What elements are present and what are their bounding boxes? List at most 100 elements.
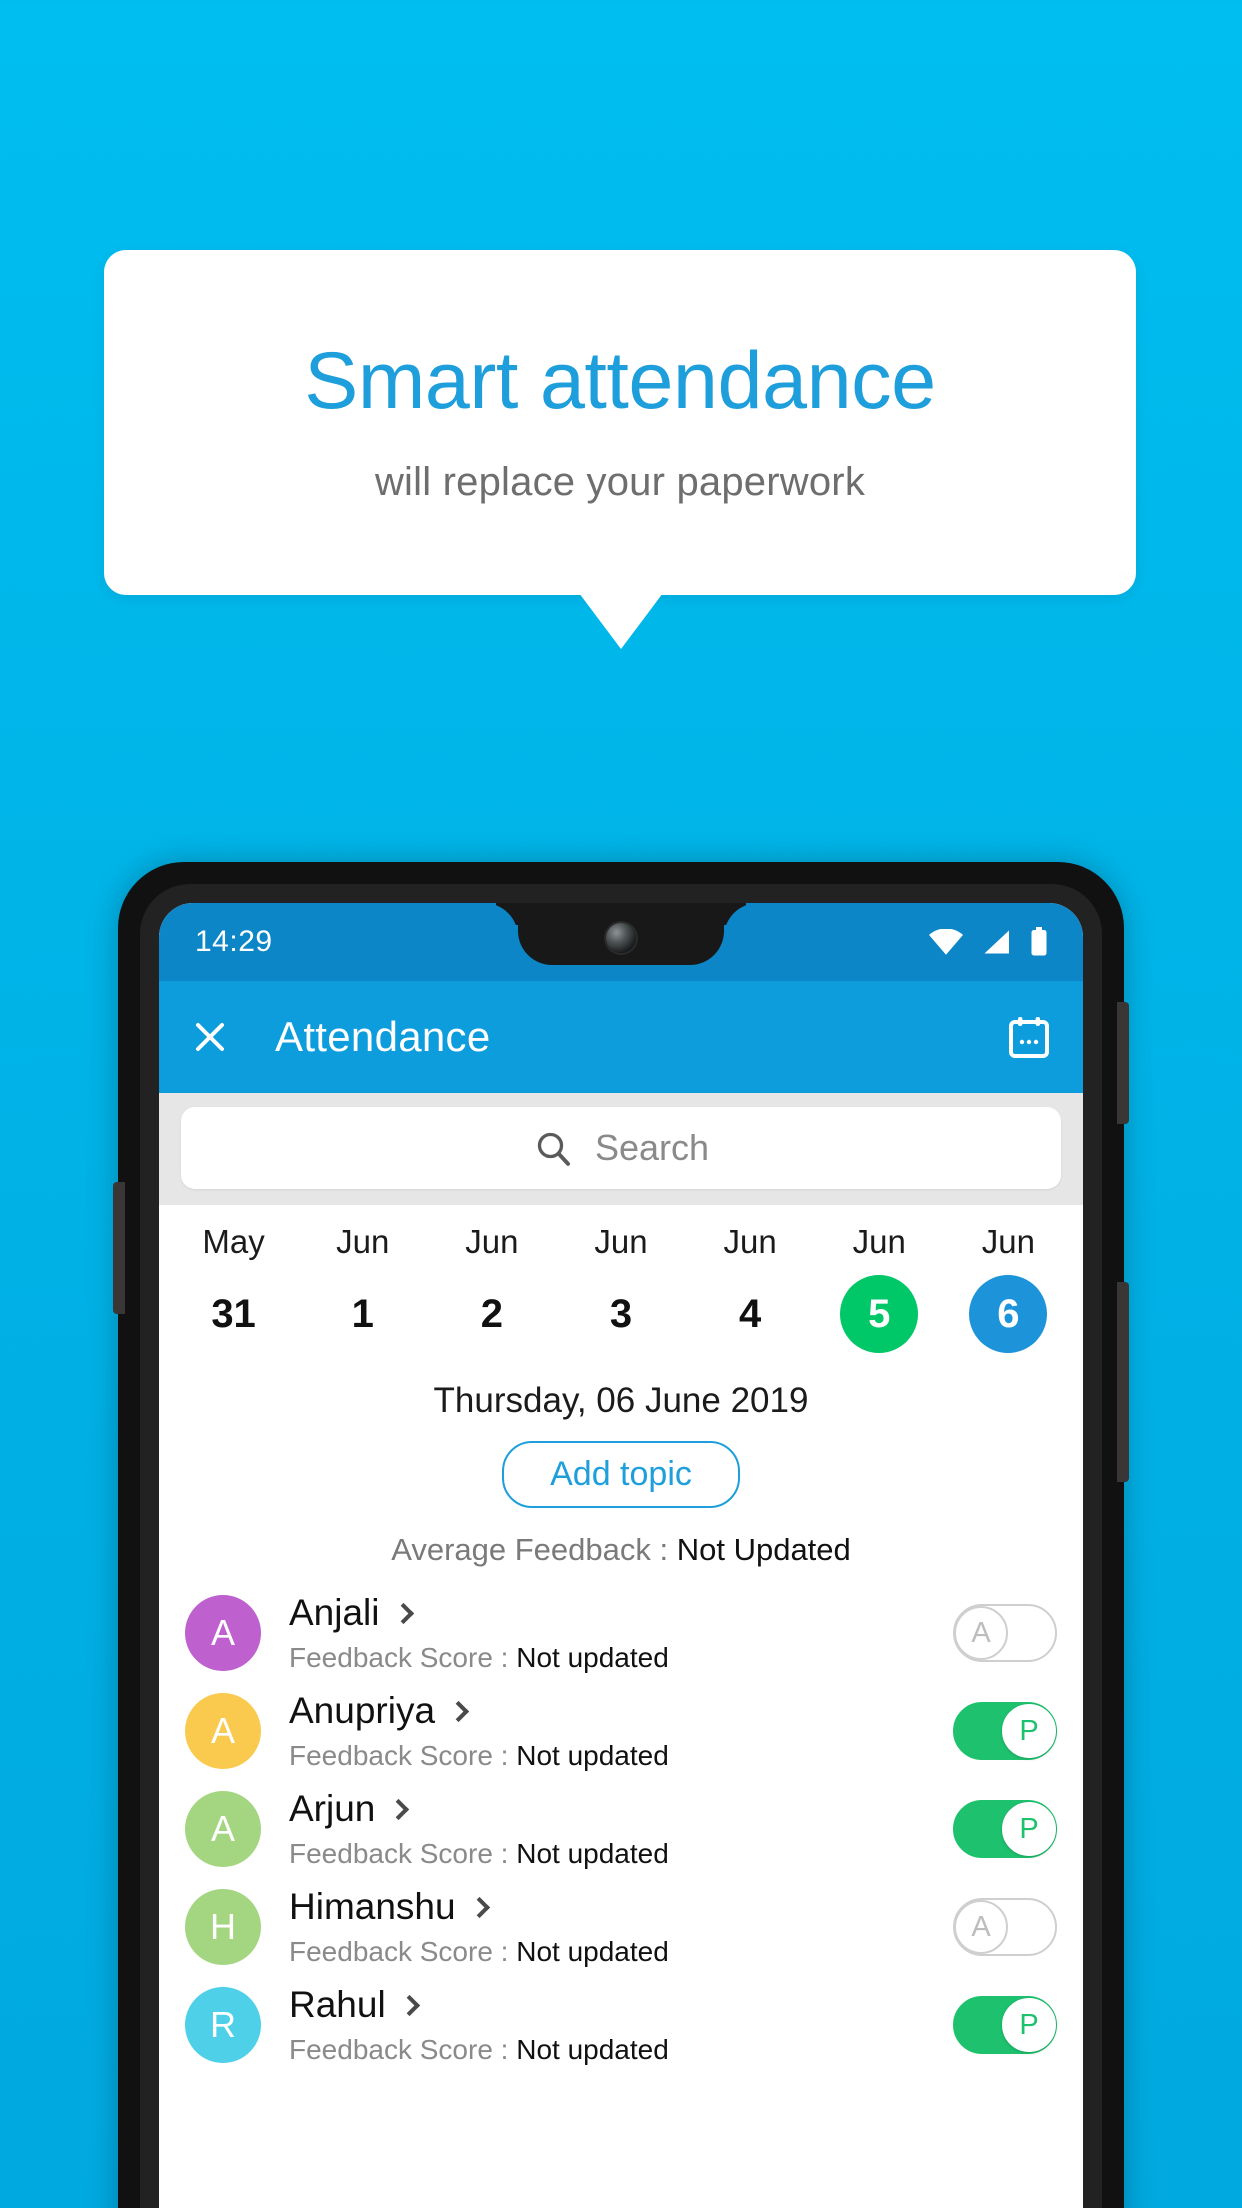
student-name: Himanshu <box>289 1886 456 1927</box>
feedback-score: Feedback Score : Not updated <box>289 1740 953 1772</box>
feedback-score: Feedback Score : Not updated <box>289 1936 953 1968</box>
feedback-score: Feedback Score : Not updated <box>289 1642 953 1674</box>
student-info: Rahul Feedback Score : Not updated <box>289 1984 953 2066</box>
date-day-number[interactable]: 6 <box>969 1275 1048 1353</box>
date-cell[interactable]: Jun 5 <box>815 1223 944 1353</box>
feedback-score-label: Feedback Score : <box>289 1642 517 1673</box>
status-icons <box>929 927 1049 957</box>
phone-notch <box>518 903 724 965</box>
student-info: Anupriya Feedback Score : Not updated <box>289 1690 953 1772</box>
date-month-label: Jun <box>723 1223 777 1260</box>
search-input[interactable]: Search <box>181 1107 1061 1189</box>
avatar: A <box>185 1693 261 1769</box>
feedback-score-label: Feedback Score : <box>289 1740 517 1771</box>
avatar: H <box>185 1889 261 1965</box>
student-info: Arjun Feedback Score : Not updated <box>289 1788 953 1870</box>
average-feedback-value: Not Updated <box>676 1532 851 1567</box>
promo-bubble: Smart attendance will replace your paper… <box>104 250 1136 595</box>
add-topic-button[interactable]: Add topic <box>502 1441 740 1508</box>
student-row[interactable]: A Anupriya Feedback Score : Not updated P <box>159 1682 1083 1780</box>
status-clock: 14:29 <box>195 925 273 958</box>
signal-icon <box>984 930 1009 954</box>
student-info: Anjali Feedback Score : Not updated <box>289 1592 953 1674</box>
promo-title: Smart attendance <box>304 335 936 426</box>
date-month-label: Jun <box>594 1223 648 1260</box>
student-name-line[interactable]: Rahul <box>289 1984 953 2026</box>
date-month-label: Jun <box>465 1223 519 1260</box>
student-name: Arjun <box>289 1788 376 1829</box>
feedback-score-value: Not updated <box>516 1740 669 1771</box>
attendance-toggle-knob: A <box>954 1606 1008 1660</box>
phone-button-power[interactable] <box>1117 1282 1129 1482</box>
student-name: Anupriya <box>289 1690 436 1731</box>
selected-date-label: Thursday, 06 June 2019 <box>433 1381 809 1420</box>
add-topic-container: Add topic <box>159 1441 1083 1508</box>
phone-mockup: 14:29 Attendance Search May 31 Jun 1 Jun… <box>113 862 1129 2208</box>
feedback-score-value: Not updated <box>516 1936 669 1967</box>
date-day-number[interactable]: 2 <box>453 1275 531 1353</box>
date-month-label: Jun <box>981 1223 1036 1260</box>
student-row[interactable]: H Himanshu Feedback Score : Not updated A <box>159 1878 1083 1976</box>
student-row[interactable]: A Anjali Feedback Score : Not updated A <box>159 1584 1083 1682</box>
attendance-toggle[interactable]: A <box>953 1604 1057 1662</box>
close-icon[interactable] <box>189 1016 231 1058</box>
avatar: A <box>185 1791 261 1867</box>
attendance-toggle-knob: P <box>1002 1998 1056 2052</box>
date-cell[interactable]: May 31 <box>169 1223 298 1353</box>
attendance-toggle-knob: A <box>954 1900 1008 1954</box>
date-day-number[interactable]: 4 <box>711 1275 789 1353</box>
date-cell[interactable]: Jun 4 <box>686 1223 815 1353</box>
chevron-right-icon[interactable] <box>447 1700 470 1722</box>
date-day-number[interactable]: 5 <box>840 1275 919 1353</box>
chevron-right-icon[interactable] <box>398 1994 420 2016</box>
attendance-toggle-knob: P <box>1002 1802 1056 1856</box>
date-day-number[interactable]: 31 <box>195 1275 273 1353</box>
app-bar: Attendance <box>159 981 1083 1093</box>
date-month-label: Jun <box>336 1223 390 1260</box>
student-list: A Anjali Feedback Score : Not updated A A Anu… <box>159 1584 1083 2074</box>
student-name-line[interactable]: Anupriya <box>289 1690 953 1732</box>
student-name-line[interactable]: Himanshu <box>289 1886 953 1928</box>
feedback-score-label: Feedback Score : <box>289 2034 517 2065</box>
date-cell[interactable]: Jun 1 <box>298 1223 427 1353</box>
student-info: Himanshu Feedback Score : Not updated <box>289 1886 953 1968</box>
date-strip: May 31 Jun 1 Jun 2 Jun 3 Jun 4 Jun 5 Jun 6 <box>159 1205 1083 1359</box>
calendar-icon[interactable] <box>1005 1013 1053 1061</box>
average-feedback: Average Feedback : Not Updated <box>159 1532 1083 1568</box>
page-title: Attendance <box>275 1013 491 1060</box>
average-feedback-label: Average Feedback : <box>391 1532 677 1567</box>
chevron-right-icon[interactable] <box>468 1896 490 1918</box>
search-bar-container: Search <box>159 1093 1083 1205</box>
battery-icon <box>1031 927 1047 956</box>
chevron-right-icon[interactable] <box>392 1602 414 1624</box>
student-name-line[interactable]: Arjun <box>289 1788 953 1830</box>
phone-button-left[interactable] <box>113 1182 125 1314</box>
student-name: Anjali <box>289 1592 380 1633</box>
promo-bubble-tail <box>579 593 663 649</box>
front-camera <box>606 923 636 953</box>
date-cell[interactable]: Jun 3 <box>556 1223 685 1353</box>
date-day-number[interactable]: 3 <box>582 1275 660 1353</box>
attendance-toggle[interactable]: P <box>953 1800 1057 1858</box>
student-row[interactable]: R Rahul Feedback Score : Not updated P <box>159 1976 1083 2074</box>
student-name-line[interactable]: Anjali <box>289 1592 953 1634</box>
date-cell[interactable]: Jun 2 <box>427 1223 556 1353</box>
date-day-number[interactable]: 1 <box>324 1275 402 1353</box>
status-bar: 14:29 <box>159 903 1083 981</box>
phone-button-volume[interactable] <box>1117 1002 1129 1124</box>
attendance-toggle[interactable]: P <box>953 1702 1057 1760</box>
feedback-score-value: Not updated <box>516 2034 669 2065</box>
search-placeholder: Search <box>594 1127 710 1168</box>
student-row[interactable]: A Arjun Feedback Score : Not updated P <box>159 1780 1083 1878</box>
attendance-toggle[interactable]: P <box>953 1996 1057 2054</box>
attendance-toggle[interactable]: A <box>953 1898 1057 1956</box>
date-cell[interactable]: Jun 6 <box>944 1223 1073 1353</box>
phone-bezel: 14:29 Attendance Search May 31 Jun 1 Jun… <box>140 884 1102 2208</box>
phone-screen: 14:29 Attendance Search May 31 Jun 1 Jun… <box>159 903 1083 2208</box>
promo-subtitle: will replace your paperwork <box>374 459 866 504</box>
feedback-score-value: Not updated <box>516 1838 669 1869</box>
student-name: Rahul <box>289 1984 386 2025</box>
feedback-score-label: Feedback Score : <box>289 1838 517 1869</box>
chevron-right-icon[interactable] <box>388 1798 410 1820</box>
wifi-icon <box>929 929 963 955</box>
